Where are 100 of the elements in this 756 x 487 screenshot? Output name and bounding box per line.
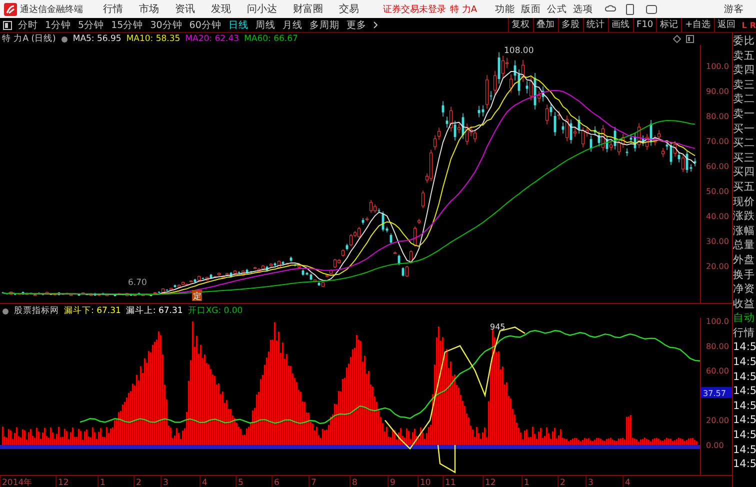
price-axis-label: 90.00 bbox=[706, 87, 729, 96]
indicator-value: 漏斗下: 67.31 bbox=[64, 305, 121, 317]
toolbar-button[interactable]: 统计 bbox=[582, 18, 608, 32]
date-axis-label: 6 bbox=[274, 478, 280, 487]
menu-item[interactable]: 交易 bbox=[339, 2, 359, 16]
sidebar-label: 自动 bbox=[733, 311, 756, 326]
price-axis-label: 60.00 bbox=[706, 162, 729, 171]
menu-item[interactable]: 行情 bbox=[103, 2, 123, 16]
indicator-axis-label: 100.0 bbox=[706, 318, 729, 326]
menu-item[interactable]: 公式 bbox=[547, 2, 568, 16]
date-axis-label: 11 bbox=[445, 478, 456, 487]
toolbar-button[interactable]: 复权 bbox=[508, 18, 533, 32]
toolbar-button[interactable]: 多股 bbox=[558, 18, 583, 32]
price-axis-label: 20.00 bbox=[706, 262, 729, 271]
current-value-label: 37.57 bbox=[701, 386, 732, 398]
sidebar-label: 14:5 bbox=[733, 340, 756, 356]
toolbar-button[interactable]: 叠加 bbox=[532, 18, 558, 32]
toolbar-button[interactable]: 标记 bbox=[656, 18, 682, 32]
user-label[interactable]: 游客 bbox=[724, 2, 744, 16]
event-marker[interactable]: 定 bbox=[192, 290, 202, 302]
chart-title: 特 力A (日线) bbox=[2, 33, 56, 45]
date-axis-label: 3 bbox=[588, 478, 594, 487]
menu-item[interactable]: 问小达 bbox=[247, 2, 277, 16]
date-axis-label: 8 bbox=[352, 478, 358, 487]
indicator-axis-label: 20.00 bbox=[706, 416, 729, 426]
peak-label: 945 bbox=[490, 322, 506, 332]
sidebar-label: 卖五 bbox=[733, 48, 756, 64]
menu-item[interactable]: 财富圈 bbox=[293, 2, 323, 16]
menu-item[interactable]: 功能 bbox=[495, 2, 516, 16]
sidebar-label: 14:5 bbox=[733, 413, 756, 428]
sidebar-label: 14:5 bbox=[733, 384, 756, 399]
sidebar-label: 14:5 bbox=[733, 442, 756, 458]
date-axis-label: 3 bbox=[163, 478, 168, 487]
price-axis-label: 70.00 bbox=[706, 137, 729, 146]
menu-item[interactable]: 发现 bbox=[211, 2, 231, 16]
sidebar-label: 买三 bbox=[733, 150, 756, 166]
sidebar-label: 涨幅 bbox=[733, 224, 756, 238]
moving-average-value: MA60: 66.67 bbox=[244, 34, 298, 44]
indicator-axis-label: 60.00 bbox=[706, 366, 729, 376]
corner-mark: R bbox=[750, 20, 756, 30]
sidebar-label: 收益 bbox=[733, 296, 756, 312]
low-price-label: 6.70 bbox=[128, 278, 147, 288]
sidebar-label: 买一 bbox=[733, 122, 756, 136]
sidebar-label: 买四 bbox=[733, 165, 756, 180]
price-axis-label: 80.00 bbox=[706, 112, 729, 121]
date-axis-label: 10 bbox=[420, 478, 431, 487]
period-tab[interactable]: 30分钟 bbox=[150, 18, 182, 32]
high-price-label: 108.00 bbox=[504, 46, 534, 56]
sidebar-label: 14:5 bbox=[733, 457, 756, 472]
toolbar-button[interactable]: 画线 bbox=[608, 18, 633, 32]
sidebar-label: 现价 bbox=[733, 194, 756, 210]
sidebar-label: 委比 bbox=[733, 34, 756, 49]
sidebar-label: 卖一 bbox=[733, 106, 756, 122]
sidebar-label: 涨跌 bbox=[733, 209, 756, 224]
date-axis-label: 5 bbox=[238, 478, 244, 487]
moving-average-value: MA5: 56.95 bbox=[72, 34, 122, 44]
period-tab[interactable]: 15分钟 bbox=[111, 18, 144, 32]
price-axis-label: 40.00 bbox=[706, 212, 729, 221]
period-tab[interactable]: 5分钟 bbox=[78, 18, 104, 32]
price-axis-label: 50.00 bbox=[706, 187, 729, 196]
indicator-value: 开口XG: 0.00 bbox=[188, 305, 243, 317]
period-tab[interactable]: 周线 bbox=[255, 18, 276, 32]
sidebar-label: 买二 bbox=[733, 136, 756, 151]
login-status[interactable]: 证券交易未登录 bbox=[383, 2, 446, 16]
toolbar-button[interactable]: +自选 bbox=[681, 18, 714, 32]
sidebar-label: 14:5 bbox=[733, 355, 756, 370]
menu-item[interactable]: 选项 bbox=[573, 2, 594, 16]
indicator-axis-label: 80.00 bbox=[706, 342, 729, 351]
sidebar-label: 14:5 bbox=[733, 428, 756, 443]
menu-item[interactable]: 市场 bbox=[139, 2, 159, 16]
sidebar-label: 14:5 bbox=[733, 370, 756, 384]
date-axis-label: 1 bbox=[100, 478, 106, 487]
stock-name: 特 力A bbox=[450, 4, 478, 16]
moving-average-value: MA20: 62.43 bbox=[185, 34, 240, 44]
sidebar-label: 卖四 bbox=[733, 63, 756, 78]
date-axis-label: 4 bbox=[625, 478, 630, 487]
sidebar-label: 外盘 bbox=[733, 252, 756, 268]
more-tab[interactable]: 更多 bbox=[346, 18, 366, 32]
period-tab[interactable]: 1分钟 bbox=[45, 18, 72, 32]
date-axis-label: 12 bbox=[58, 478, 69, 487]
sidebar-label: 14:5 bbox=[733, 398, 756, 414]
date-axis-label: 9 bbox=[390, 478, 396, 487]
menu-item[interactable]: 资讯 bbox=[175, 2, 195, 16]
corner-mark: L bbox=[742, 20, 747, 30]
toolbar-button[interactable]: F10 bbox=[632, 18, 656, 32]
period-tab[interactable]: 月线 bbox=[282, 18, 302, 32]
menu-item[interactable]: 版面 bbox=[521, 2, 542, 16]
period-tab[interactable]: 60分钟 bbox=[189, 18, 222, 32]
sidebar-label: 卖三 bbox=[733, 78, 756, 92]
date-axis-label: 1 bbox=[524, 478, 530, 487]
period-tab[interactable]: 多周期 bbox=[309, 18, 340, 32]
period-tab[interactable]: 日线 bbox=[228, 18, 248, 32]
date-axis-label: 2 bbox=[136, 478, 142, 487]
moving-average-value: MA10: 58.35 bbox=[126, 34, 180, 44]
period-tab[interactable]: 分时 bbox=[18, 18, 38, 32]
sidebar-label: 买五 bbox=[733, 180, 756, 195]
toolbar-button[interactable]: 返回 bbox=[714, 18, 739, 32]
indicator-name: 股票指标网 bbox=[14, 305, 59, 317]
sidebar-label: 卖二 bbox=[733, 92, 756, 107]
sidebar-label: 行情 bbox=[733, 326, 756, 340]
